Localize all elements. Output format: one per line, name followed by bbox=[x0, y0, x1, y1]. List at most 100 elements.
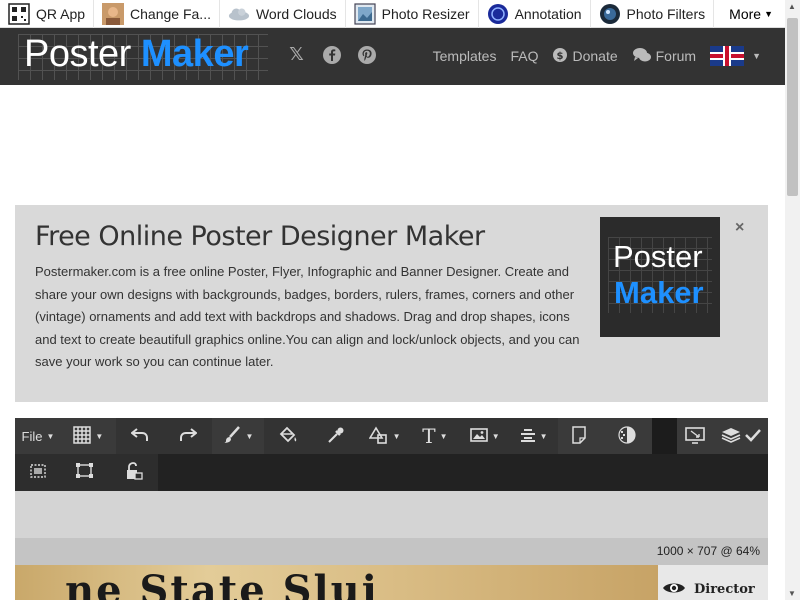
intro-logo-word-maker: Maker bbox=[614, 275, 704, 310]
eyedropper-button[interactable] bbox=[312, 418, 360, 454]
lock-toggle-button[interactable] bbox=[109, 454, 158, 491]
poster-canvas[interactable]: ne State Slui bbox=[15, 565, 658, 600]
chevron-down-icon: ▼ bbox=[491, 431, 500, 441]
fill-tool-button[interactable] bbox=[264, 418, 313, 454]
app-link-label: Annotation bbox=[514, 5, 582, 22]
undo-button[interactable] bbox=[115, 418, 164, 454]
preview-button[interactable] bbox=[677, 418, 714, 454]
shapes-button[interactable]: ▼ bbox=[359, 418, 410, 454]
toolbar-spacer bbox=[652, 418, 678, 454]
transform-button[interactable] bbox=[61, 454, 109, 491]
layers-button[interactable] bbox=[713, 418, 769, 454]
chevron-down-icon: ▼ bbox=[245, 431, 254, 441]
align-button[interactable]: ▼ bbox=[509, 418, 558, 454]
layers-icon bbox=[721, 426, 741, 447]
nav-forum[interactable]: Forum bbox=[632, 47, 696, 66]
pinterest-icon[interactable] bbox=[356, 44, 377, 65]
canvas-workspace[interactable] bbox=[15, 491, 768, 538]
paint-bucket-icon bbox=[278, 426, 298, 447]
align-center-icon bbox=[520, 428, 536, 445]
eye-icon[interactable] bbox=[662, 580, 686, 600]
layer-name[interactable]: Director bbox=[694, 582, 755, 597]
app-link-label: QR App bbox=[36, 5, 86, 22]
page-scrollbar[interactable]: ▲ ▼ bbox=[785, 0, 800, 600]
chevron-down-icon: ▼ bbox=[392, 431, 401, 441]
chevron-down-icon: ▼ bbox=[539, 431, 548, 441]
undo-icon bbox=[130, 427, 149, 446]
toolbar-row-main: File ▼ ▼ ▼ ▼ T ▼ ▼ ▼ bbox=[15, 418, 769, 454]
image-tool-button[interactable]: ▼ bbox=[459, 418, 510, 454]
file-menu-button[interactable]: File ▼ bbox=[15, 418, 61, 454]
app-link-change-face[interactable]: Change Fa... bbox=[94, 0, 220, 28]
eyedropper-icon bbox=[327, 426, 345, 447]
logo-word-maker: Maker bbox=[140, 33, 249, 75]
intro-logo: Poster Maker bbox=[600, 217, 720, 337]
site-logo[interactable]: Poster Maker bbox=[24, 32, 249, 76]
intro-title: Free Online Poster Designer Maker bbox=[35, 221, 485, 252]
more-label: More bbox=[729, 5, 762, 22]
text-tool-button[interactable]: T ▼ bbox=[409, 418, 460, 454]
more-menu[interactable]: More ▼ bbox=[717, 6, 785, 22]
chevron-down-icon: ▼ bbox=[439, 431, 448, 441]
canvas-size-button[interactable] bbox=[557, 418, 603, 454]
shapes-icon bbox=[368, 425, 389, 447]
chevron-down-icon: ▼ bbox=[764, 8, 773, 19]
x-icon[interactable]: 𝕏 bbox=[286, 44, 307, 65]
scroll-down-arrow-icon[interactable]: ▼ bbox=[788, 589, 796, 598]
site-header: Poster Maker 𝕏 Templates FAQ $ Donate Fo… bbox=[0, 28, 785, 85]
intro-logo-word-poster: Poster bbox=[613, 239, 703, 274]
app-link-annotation[interactable]: Annotation bbox=[479, 0, 591, 28]
text-icon: T bbox=[422, 424, 436, 448]
select-all-button[interactable] bbox=[15, 454, 61, 491]
facebook-icon[interactable] bbox=[321, 44, 342, 65]
transform-icon bbox=[75, 462, 95, 483]
grid-button[interactable]: ▼ bbox=[60, 418, 116, 454]
header-nav: Templates FAQ $ Donate Forum ▼ bbox=[433, 46, 761, 66]
app-link-qr[interactable]: QR App bbox=[0, 0, 95, 28]
comments-icon bbox=[632, 47, 652, 66]
editor-toolbar: File ▼ ▼ ▼ ▼ T ▼ ▼ ▼ bbox=[15, 418, 769, 491]
poster-headline-text[interactable]: ne State Slui bbox=[65, 567, 379, 600]
app-link-label: Photo Resizer bbox=[381, 5, 470, 22]
photo-icon bbox=[354, 2, 376, 25]
cloud-icon bbox=[228, 3, 250, 25]
redo-button[interactable] bbox=[163, 418, 213, 454]
scroll-up-arrow-icon[interactable]: ▲ bbox=[788, 2, 796, 11]
checkmark-icon bbox=[744, 428, 761, 445]
uk-flag-icon bbox=[710, 46, 745, 66]
qr-code-icon bbox=[8, 2, 30, 25]
monitor-icon bbox=[685, 426, 706, 447]
nav-templates-label: Templates bbox=[432, 48, 497, 64]
camera-lens-icon bbox=[599, 3, 621, 25]
unlock-icon bbox=[125, 462, 143, 483]
intro-description: Postermaker.com is a free online Poster,… bbox=[35, 264, 580, 369]
face-avatar-icon bbox=[102, 2, 125, 25]
page-size-icon bbox=[571, 425, 589, 447]
app-link-photo-filters[interactable]: Photo Filters bbox=[591, 0, 715, 28]
social-links: 𝕏 bbox=[286, 44, 377, 65]
chevron-down-icon: ▼ bbox=[46, 431, 55, 441]
file-menu-label: File bbox=[21, 428, 43, 444]
scrollbar-thumb[interactable] bbox=[787, 18, 798, 196]
chevron-down-icon: ▼ bbox=[95, 431, 104, 441]
app-link-label: Word Clouds bbox=[255, 5, 337, 22]
app-link-label: Change Fa... bbox=[130, 5, 211, 22]
canvas-status-bar: 1000 × 707 @ 64% bbox=[15, 538, 768, 565]
canvas-dimensions-zoom: 1000 × 707 @ 64% bbox=[656, 544, 760, 558]
donate-coin-icon: $ bbox=[552, 47, 568, 66]
close-icon[interactable]: × bbox=[735, 219, 744, 237]
brush-tool-button[interactable]: ▼ bbox=[212, 418, 265, 454]
app-link-label: Photo Filters bbox=[626, 5, 706, 22]
nav-donate[interactable]: $ Donate bbox=[552, 47, 618, 66]
app-link-word-clouds[interactable]: Word Clouds bbox=[220, 0, 346, 28]
select-frame-icon bbox=[29, 463, 47, 482]
app-link-photo-resizer[interactable]: Photo Resizer bbox=[346, 0, 479, 28]
image-icon bbox=[469, 427, 488, 446]
layers-panel: Director bbox=[658, 565, 768, 600]
opacity-button[interactable] bbox=[602, 418, 653, 454]
nav-faq-label: FAQ bbox=[510, 48, 539, 64]
app-bar: QR App Change Fa... Word Clouds Photo Re… bbox=[0, 0, 785, 28]
nav-templates[interactable]: Templates bbox=[433, 48, 497, 64]
nav-faq[interactable]: FAQ bbox=[510, 48, 538, 64]
language-selector[interactable]: ▼ bbox=[710, 46, 761, 66]
